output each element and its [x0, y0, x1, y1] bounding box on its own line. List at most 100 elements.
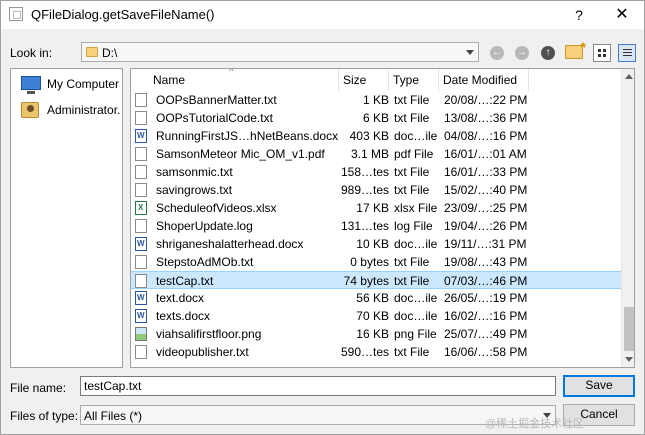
- back-button[interactable]: ←: [487, 43, 507, 61]
- file-type: png File: [394, 327, 437, 341]
- image-file-icon: [135, 327, 147, 341]
- file-type: doc…ile: [394, 129, 438, 143]
- table-row[interactable]: samsonmic.txt 158…tes txt File 16/01/…:33 P…: [131, 163, 621, 181]
- list-view-button[interactable]: [592, 43, 612, 62]
- table-row[interactable]: videopublisher.txt 590…tes txt File 16/06/……: [131, 343, 621, 361]
- sidebar-item-label: My Computer: [47, 77, 120, 91]
- file-name: OOPsBannerMatter.txt: [156, 93, 277, 107]
- file-name: samsonmic.txt: [156, 165, 233, 179]
- word-document-icon: [135, 237, 147, 251]
- look-in-path: D:\: [102, 46, 118, 60]
- file-size: 3.1 MB: [350, 147, 389, 161]
- file-type: txt File: [394, 345, 430, 359]
- file-size: 989…tes: [340, 183, 389, 197]
- file-date: 25/07/…:49 PM: [444, 327, 528, 341]
- file-name-input[interactable]: testCap.txt: [80, 376, 556, 396]
- file-date: 16/01/…:33 PM: [444, 165, 528, 179]
- file-size: 56 KB: [356, 291, 389, 305]
- table-row[interactable]: SamsonMeteor Mic_OM_v1.pdf 3.1 MB pdf File…: [131, 145, 621, 163]
- file-type: txt File: [394, 255, 430, 269]
- file-type: txt File: [394, 274, 430, 288]
- table-row[interactable]: testCap.txt 74 bytes txt File 07/03/…:46 PM: [131, 271, 621, 289]
- text-file-icon: [135, 255, 147, 269]
- file-type: doc…ile: [394, 309, 438, 323]
- vertical-scrollbar[interactable]: [621, 69, 634, 367]
- file-size: 70 KB: [356, 309, 389, 323]
- file-type: log File: [394, 219, 433, 233]
- file-name: RunningFirstJS…hNetBeans.docx: [156, 129, 339, 143]
- file-size: 17 KB: [356, 201, 389, 215]
- file-type-value: All Files (*): [84, 409, 143, 423]
- table-row[interactable]: RunningFirstJS…hNetBeans.docx 403 KB doc…i…: [131, 127, 621, 145]
- chevron-down-icon: [466, 50, 474, 55]
- scroll-up-icon[interactable]: [625, 74, 633, 79]
- table-row[interactable]: shriganeshalatterhead.docx 10 KB doc…ile 19…: [131, 235, 621, 253]
- file-date: 16/01/…:01 AM: [444, 147, 527, 161]
- table-row[interactable]: OOPsTutorialCode.txt 6 KB txt File 13/08/…:…: [131, 109, 621, 127]
- file-size: 6 KB: [362, 111, 389, 125]
- sidebar-item-label: Administrator.: [47, 103, 121, 117]
- file-date: 19/08/…:43 PM: [444, 255, 528, 269]
- table-row[interactable]: savingrows.txt 989…tes txt File 15/02/…:40 …: [131, 181, 621, 199]
- file-list: ^ Name Size Type Date Modified OOPsBanne…: [130, 68, 635, 368]
- file-size: 590…tes: [340, 345, 389, 359]
- column-header: ^ Name Size Type Date Modified: [131, 69, 621, 91]
- file-size: 158…tes: [340, 165, 389, 179]
- close-button[interactable]: ✕: [607, 3, 637, 27]
- file-date: 19/04/…:26 PM: [444, 219, 528, 233]
- file-date: 15/02/…:40 PM: [444, 183, 528, 197]
- computer-icon: [21, 76, 41, 94]
- scroll-down-icon[interactable]: [625, 357, 633, 362]
- arrow-left-icon: ←: [490, 45, 504, 60]
- file-type-label: Files of type:: [10, 409, 79, 423]
- file-type: txt File: [394, 111, 430, 125]
- file-name: SamsonMeteor Mic_OM_v1.pdf: [156, 147, 325, 161]
- look-in-combo[interactable]: D:\: [81, 42, 479, 62]
- table-row[interactable]: text.docx 56 KB doc…ile 26/05/…:19 PM: [131, 289, 621, 307]
- file-name: videopublisher.txt: [156, 345, 249, 359]
- word-document-icon: [135, 129, 147, 143]
- file-size: 1 KB: [362, 93, 389, 107]
- detail-view-button[interactable]: [617, 43, 637, 62]
- file-size: 0 bytes: [350, 255, 389, 269]
- file-date: 16/06/…:58 PM: [444, 345, 528, 359]
- word-document-icon: [135, 291, 147, 305]
- forward-button[interactable]: →: [512, 43, 532, 61]
- arrow-up-icon: ↑: [541, 45, 555, 60]
- column-name[interactable]: Name: [149, 69, 339, 91]
- column-date-modified[interactable]: Date Modified: [439, 69, 529, 91]
- file-type: pdf File: [394, 147, 434, 161]
- look-in-label: Look in:: [10, 46, 53, 60]
- file-size: 403 KB: [349, 129, 389, 143]
- file-size: 131…tes: [340, 219, 389, 233]
- file-type: txt File: [394, 165, 430, 179]
- file-name: StepstoAdMOb.txt: [156, 255, 254, 269]
- text-file-icon: [135, 345, 147, 359]
- sidebar: My Computer Administrator.: [10, 68, 123, 368]
- file-date: 19/11/…:31 PM: [444, 237, 527, 251]
- help-button[interactable]: ?: [567, 3, 591, 27]
- file-size: 16 KB: [356, 327, 389, 341]
- parent-directory-button[interactable]: ↑: [538, 43, 558, 61]
- table-row[interactable]: ScheduleofVideos.xlsx 17 KB xlsx File 23/09…: [131, 199, 621, 217]
- file-date: 16/02/…:16 PM: [444, 309, 528, 323]
- text-file-icon: [135, 274, 147, 288]
- text-file-icon: [135, 93, 147, 107]
- new-folder-button[interactable]: [565, 38, 586, 61]
- text-file-icon: [135, 219, 147, 233]
- file-name: OOPsTutorialCode.txt: [156, 111, 273, 125]
- file-date: 23/09/…:25 PM: [444, 201, 528, 215]
- table-row[interactable]: viahsalifirstfloor.png 16 KB png File 25/07…: [131, 325, 621, 343]
- file-name: ShoperUpdate.log: [156, 219, 253, 233]
- table-row[interactable]: OOPsBannerMatter.txt 1 KB txt File 20/08/…:…: [131, 91, 621, 109]
- file-date: 04/08/…:16 PM: [444, 129, 528, 143]
- table-row[interactable]: ShoperUpdate.log 131…tes log File 19/04/…:2…: [131, 217, 621, 235]
- column-size[interactable]: Size: [339, 69, 389, 91]
- column-type[interactable]: Type: [389, 69, 439, 91]
- file-name: testCap.txt: [156, 274, 214, 288]
- save-button[interactable]: Save: [563, 375, 635, 397]
- scroll-thumb[interactable]: [624, 307, 634, 351]
- table-row[interactable]: texts.docx 70 KB doc…ile 16/02/…:16 PM: [131, 307, 621, 325]
- arrow-right-icon: →: [515, 45, 529, 60]
- table-row[interactable]: StepstoAdMOb.txt 0 bytes txt File 19/08/…:4…: [131, 253, 621, 271]
